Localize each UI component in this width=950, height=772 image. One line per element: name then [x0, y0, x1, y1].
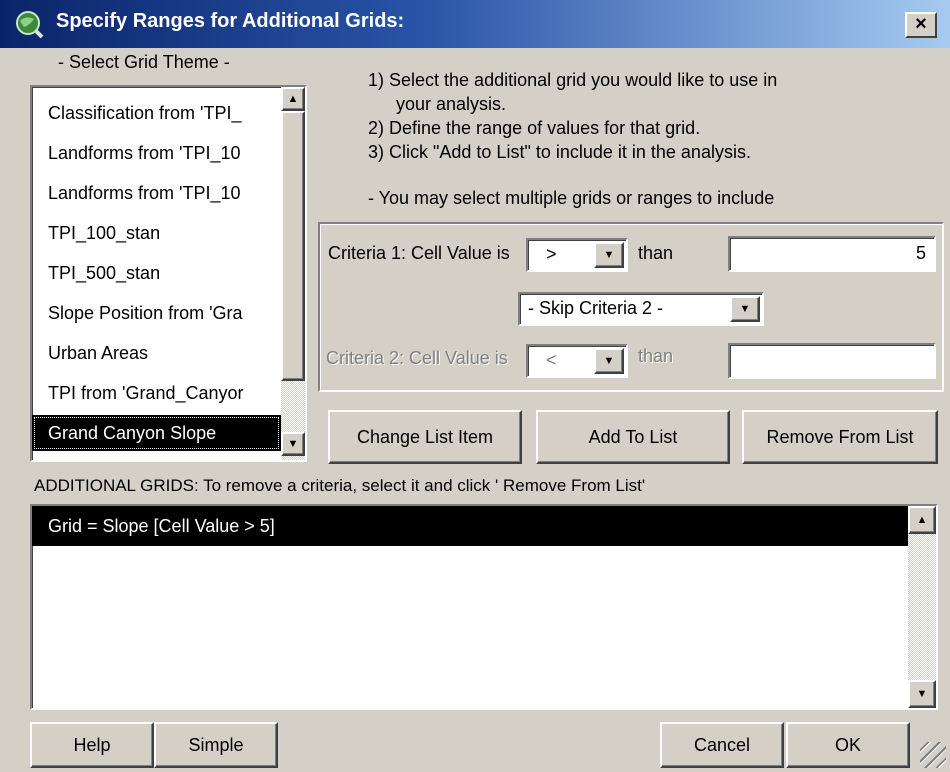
- skip-criteria-value: - Skip Criteria 2 -: [528, 298, 664, 318]
- grid-theme-scrollbar[interactable]: ▲ ▼: [281, 87, 305, 460]
- grid-theme-item[interactable]: Landforms from 'TPI_10: [32, 135, 281, 171]
- criteria-1-than: than: [638, 243, 674, 263]
- cancel-button[interactable]: Cancel: [660, 722, 784, 768]
- grid-theme-item[interactable]: Urban Areas: [32, 335, 281, 371]
- scroll-down-icon[interactable]: ▼: [908, 680, 936, 708]
- criteria-1-label: Criteria 1: Cell Value is: [328, 243, 510, 263]
- grid-theme-item[interactable]: Classification from 'TPI_: [32, 95, 281, 131]
- instruction-step-1-cont: your analysis.: [396, 94, 507, 114]
- resize-grip-icon[interactable]: [920, 742, 946, 768]
- chevron-down-icon[interactable]: ▼: [594, 242, 624, 268]
- grid-theme-item[interactable]: Landforms from 'TPI_10: [32, 175, 281, 211]
- ok-button[interactable]: OK: [786, 722, 910, 768]
- add-to-list-button[interactable]: Add To List: [536, 410, 730, 464]
- additional-grids-scrollbar[interactable]: ▲ ▼: [908, 506, 936, 708]
- scroll-down-icon[interactable]: ▼: [281, 432, 305, 456]
- grid-theme-item[interactable]: TPI_500_stan: [32, 255, 281, 291]
- grid-theme-label: - Select Grid Theme -: [58, 52, 230, 72]
- change-list-item-button[interactable]: Change List Item: [328, 410, 522, 464]
- scroll-up-icon[interactable]: ▲: [281, 87, 305, 111]
- instruction-step-3: 3) Click "Add to List" to include it in …: [368, 142, 751, 162]
- additional-grids-label: ADDITIONAL GRIDS: To remove a criteria, …: [34, 476, 646, 495]
- additional-grid-item[interactable]: Grid = Slope [Cell Value > 5]: [32, 506, 908, 546]
- skip-criteria-select[interactable]: - Skip Criteria 2 - ▼: [518, 292, 764, 326]
- instruction-note: - You may select multiple grids or range…: [368, 188, 775, 208]
- grid-theme-item[interactable]: TPI from 'Grand_Canyor: [32, 375, 281, 411]
- instruction-step-1: 1) Select the additional grid you would …: [368, 70, 778, 90]
- grid-theme-item[interactable]: Slope Position from 'Gra: [32, 295, 281, 331]
- app-globe-icon: [16, 11, 44, 39]
- instruction-step-2: 2) Define the range of values for that g…: [368, 118, 701, 138]
- criteria-2-operator-value: <: [546, 350, 557, 370]
- additional-grids-list[interactable]: Grid = Slope [Cell Value > 5] ▲ ▼: [30, 504, 938, 710]
- window-title: Specify Ranges for Additional Grids:: [56, 10, 405, 32]
- criteria-2-operator-select[interactable]: < ▼: [526, 344, 628, 378]
- chevron-down-icon[interactable]: ▼: [594, 348, 624, 374]
- criteria-1-value: 5: [915, 243, 926, 263]
- close-button[interactable]: ×: [905, 12, 937, 38]
- scroll-up-icon[interactable]: ▲: [908, 506, 936, 534]
- criteria-1-value-input[interactable]: 5: [728, 236, 936, 272]
- criteria-2-value-input[interactable]: [728, 343, 936, 379]
- grid-theme-list[interactable]: Classification from 'TPI_ Landforms from …: [30, 85, 307, 462]
- grid-theme-item[interactable]: TPI_100_stan: [32, 215, 281, 251]
- criteria-1-operator-select[interactable]: > ▼: [526, 238, 628, 272]
- criteria-2-label: Criteria 2: Cell Value is: [326, 348, 508, 368]
- remove-from-list-button[interactable]: Remove From List: [742, 410, 938, 464]
- title-bar[interactable]: Specify Ranges for Additional Grids: ×: [0, 0, 950, 48]
- criteria-2-than: than: [638, 346, 674, 366]
- chevron-down-icon[interactable]: ▼: [730, 296, 760, 322]
- grid-theme-item[interactable]: Grand Canyon Slope: [32, 415, 281, 451]
- simple-button[interactable]: Simple: [154, 722, 278, 768]
- scroll-thumb[interactable]: [281, 111, 305, 381]
- help-button[interactable]: Help: [30, 722, 154, 768]
- criteria-1-operator-value: >: [546, 244, 557, 264]
